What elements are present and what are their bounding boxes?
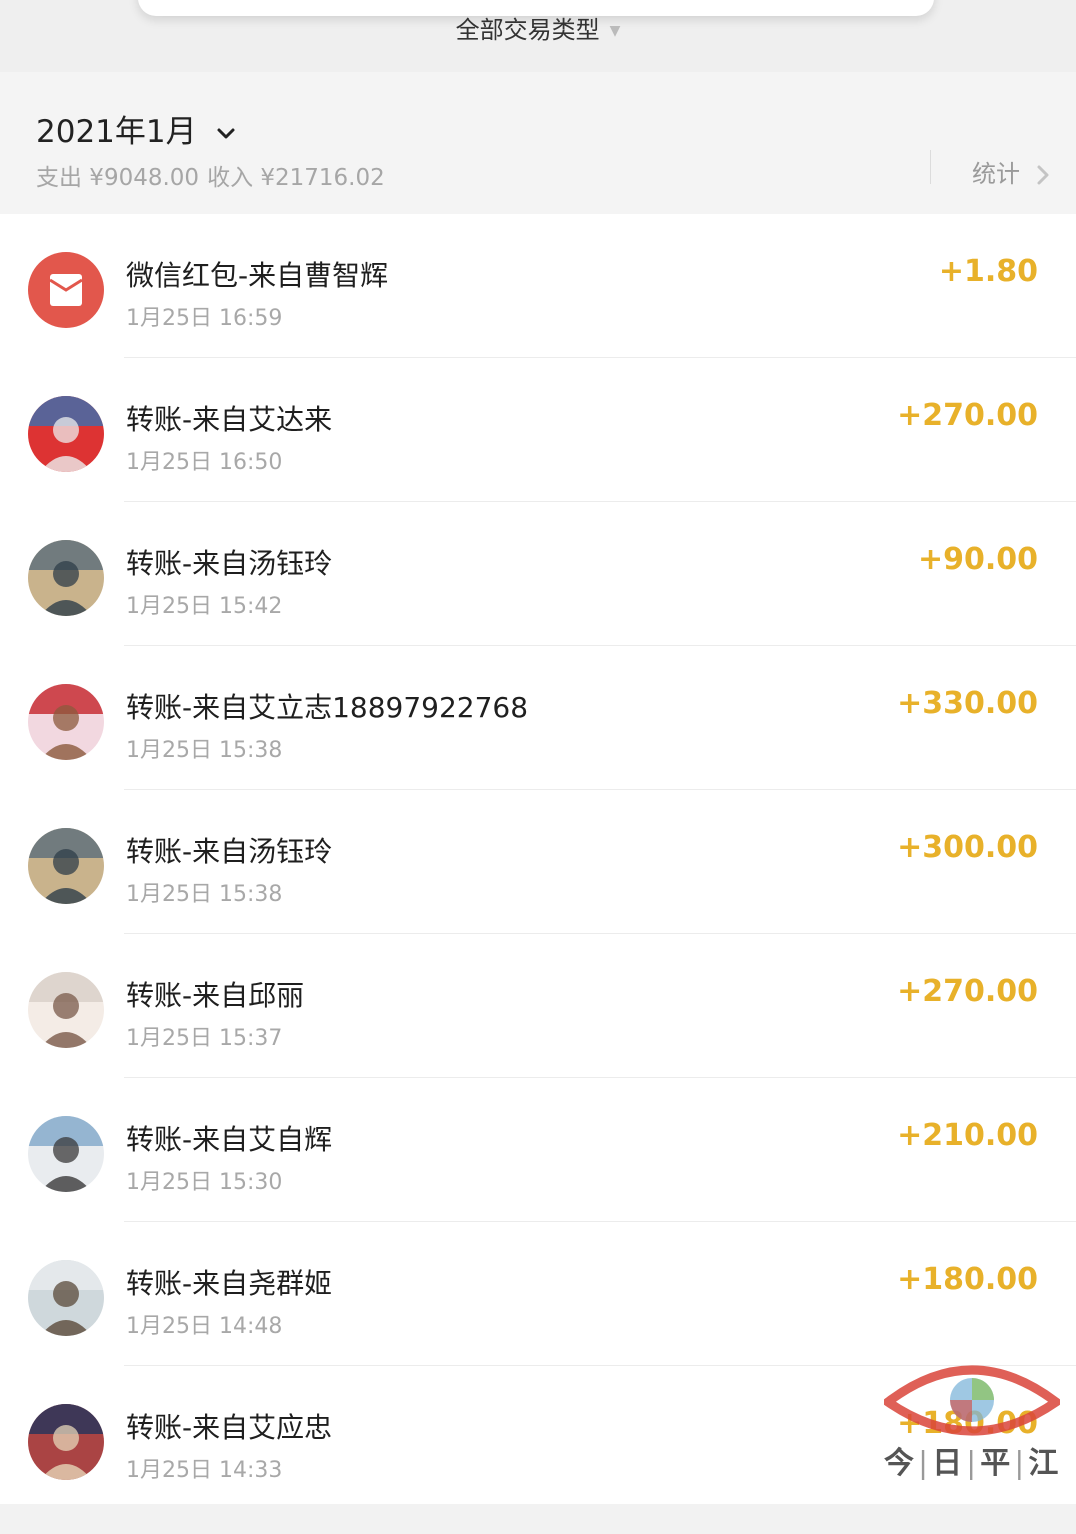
transaction-amount: +270.00 — [897, 398, 1038, 433]
transaction-amount: +210.00 — [897, 1118, 1038, 1153]
transaction-time: 1月25日 16:59 — [126, 306, 283, 331]
filter-label: 全部交易类型 — [455, 16, 600, 44]
month-selector[interactable]: 2021年1月 — [36, 106, 236, 151]
avatar — [28, 396, 104, 472]
stats-label: 统计 — [972, 160, 1020, 188]
transaction-title: 转账-来自尧群姬 — [126, 1267, 333, 1300]
transaction-title: 转账-来自邱丽 — [126, 979, 305, 1012]
transaction-time: 1月25日 16:50 — [126, 450, 283, 475]
transaction-amount: +90.00 — [917, 542, 1038, 577]
stats-link[interactable]: 统计 — [972, 154, 1050, 189]
chevron-down-icon — [217, 128, 235, 138]
transaction-time: 1月25日 15:30 — [126, 1170, 283, 1195]
transaction-title: 转账-来自艾立志18897922768 — [126, 691, 529, 724]
transaction-amount: +180.00 — [897, 1262, 1038, 1297]
watermark-logo: 今|日|平|江 — [880, 1360, 1064, 1490]
transaction-row[interactable]: 转账-来自汤钰玲 1月25日 15:42 +90.00 — [0, 502, 1076, 646]
avatar — [28, 1404, 104, 1480]
transaction-row[interactable]: 转账-来自艾达来 1月25日 16:50 +270.00 — [0, 358, 1076, 502]
transaction-time: 1月25日 15:38 — [126, 882, 283, 907]
caret-down-icon: ▼ — [609, 23, 621, 39]
avatar — [28, 1260, 104, 1336]
income-total: 收入 ¥21716.02 — [207, 165, 385, 191]
transaction-list: 微信红包-来自曹智辉 1月25日 16:59 +1.80 转账-来自艾达来 1月25日 … — [0, 214, 1076, 1504]
transaction-time: 1月25日 15:38 — [126, 738, 283, 763]
transaction-title: 转账-来自艾应忠 — [126, 1411, 333, 1444]
transaction-amount: +300.00 — [897, 830, 1038, 865]
eye-logo-icon — [880, 1365, 1064, 1436]
transaction-time: 1月25日 15:37 — [126, 1026, 283, 1051]
avatar — [28, 540, 104, 616]
transaction-title: 微信红包-来自曹智辉 — [126, 259, 389, 292]
transaction-amount: +1.80 — [938, 254, 1038, 289]
transaction-row[interactable]: 转账-来自尧群姬 1月25日 14:48 +180.00 — [0, 1222, 1076, 1366]
transaction-row[interactable]: 转账-来自汤钰玲 1月25日 15:38 +300.00 — [0, 790, 1076, 934]
month-label: 2021年1月 — [36, 114, 197, 150]
avatar — [28, 1116, 104, 1192]
transaction-time: 1月25日 15:42 — [126, 594, 283, 619]
chevron-right-icon — [1037, 165, 1049, 185]
transaction-title: 转账-来自汤钰玲 — [126, 547, 333, 580]
transaction-title: 转账-来自汤钰玲 — [126, 835, 333, 868]
totals: 支出 ¥9048.00 收入 ¥21716.02 — [36, 158, 385, 192]
avatar — [28, 972, 104, 1048]
transaction-time: 1月25日 14:33 — [126, 1458, 283, 1483]
transaction-row[interactable]: 转账-来自艾立志18897922768 1月25日 15:38 +330.00 — [0, 646, 1076, 790]
transaction-row[interactable]: 转账-来自艾自辉 1月25日 15:30 +210.00 — [0, 1078, 1076, 1222]
transaction-title: 转账-来自艾自辉 — [126, 1123, 333, 1156]
transaction-amount: +270.00 — [897, 974, 1038, 1009]
avatar — [28, 828, 104, 904]
transaction-type-filter[interactable]: 全部交易类型 ▼ — [0, 10, 1076, 45]
transaction-time: 1月25日 14:48 — [126, 1314, 283, 1339]
divider — [930, 150, 931, 184]
transaction-row[interactable]: 微信红包-来自曹智辉 1月25日 16:59 +1.80 — [0, 214, 1076, 358]
transaction-title: 转账-来自艾达来 — [126, 403, 333, 436]
month-summary: 2021年1月 支出 ¥9048.00 收入 ¥21716.02 统计 — [0, 72, 1076, 214]
watermark-text: 今|日|平|江 — [884, 1446, 1061, 1481]
expense-total: 支出 ¥9048.00 — [36, 165, 200, 191]
transaction-row[interactable]: 转账-来自邱丽 1月25日 15:37 +270.00 — [0, 934, 1076, 1078]
avatar — [28, 684, 104, 760]
red-packet-icon — [28, 252, 104, 328]
transaction-amount: +330.00 — [897, 686, 1038, 721]
